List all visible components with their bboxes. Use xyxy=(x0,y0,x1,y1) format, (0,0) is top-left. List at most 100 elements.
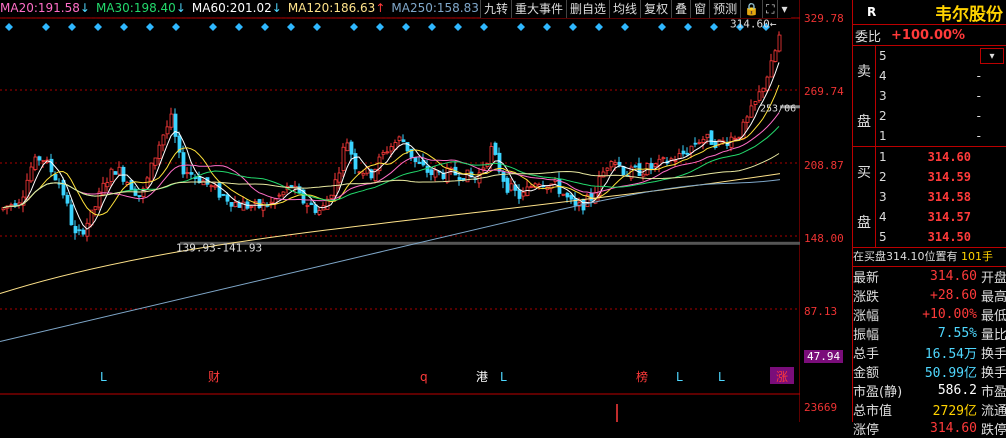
candle-body xyxy=(705,133,710,139)
sell-level-row[interactable]: 5 ▾ xyxy=(876,46,1006,66)
candle-body xyxy=(37,156,42,161)
toolbar-button[interactable]: 叠 xyxy=(671,0,690,18)
kline-chart[interactable]: 314.60←139.93-141.93253/06L 财 q 港 L 榜 L L 涨 xyxy=(0,0,800,422)
stat-row: 金额 50.99亿 换手 xyxy=(853,362,1006,381)
stat-row: 总手 16.54万 换手 xyxy=(853,343,1006,362)
level-price: 314.58 xyxy=(927,190,971,204)
toolbar-button[interactable]: 复权 xyxy=(640,0,671,18)
toolbar-button[interactable]: 🔒 xyxy=(740,0,762,18)
level-price: 314.57 xyxy=(927,210,971,224)
ma-legend-item: MA30:198.40↓ xyxy=(95,1,186,15)
candle-body xyxy=(233,201,238,208)
toolbar-button[interactable]: 重大事件 xyxy=(511,0,566,18)
candle-body xyxy=(137,195,142,197)
candle-body xyxy=(221,194,226,196)
candle-body xyxy=(505,177,510,193)
trend-arrow-icon: ↑ xyxy=(375,1,386,15)
stat-value: +28.60 xyxy=(930,288,977,303)
toolbar-button[interactable]: ▾ xyxy=(777,0,790,18)
weibi-label: 委比 xyxy=(855,29,882,45)
buy-level-row[interactable]: 4 314.57 xyxy=(876,207,1006,227)
candle-body xyxy=(425,165,430,173)
stats-table: 最新 314.60 开盘 涨跌 +28.60 最高 涨幅 +10.00% 最低 振幅 7.55% 量比… xyxy=(853,267,1006,438)
toolbar-button[interactable]: 窗 xyxy=(690,0,709,18)
event-marker: 涨 xyxy=(776,369,788,384)
candle-body xyxy=(677,153,682,159)
candle-body xyxy=(281,191,286,196)
buy-level-row[interactable]: 5 314.50 xyxy=(876,227,1006,247)
high-price-label: 314.60← xyxy=(730,17,777,30)
candle-body xyxy=(41,160,46,162)
candle-body xyxy=(69,204,74,226)
candle-body xyxy=(353,153,358,170)
candle-body xyxy=(381,151,386,155)
candle-body xyxy=(609,161,614,168)
sell-level-row[interactable]: 1- xyxy=(876,126,1006,146)
candle-body xyxy=(433,169,438,178)
candle-body xyxy=(217,183,222,198)
stat-label: 总手 xyxy=(853,347,880,362)
candle-body xyxy=(757,91,762,101)
candle-body xyxy=(565,192,570,198)
candle-body xyxy=(53,174,58,181)
candle-body xyxy=(709,130,714,145)
toolbar-button[interactable]: 九转 xyxy=(480,0,511,18)
sell-level-row[interactable]: 4- xyxy=(876,66,1006,86)
stat-row: 涨跌 +28.60 最高 xyxy=(853,286,1006,305)
candle-body xyxy=(761,87,766,93)
candle-body xyxy=(769,60,774,78)
candle-body xyxy=(493,142,498,155)
level-price: 314.60 xyxy=(927,150,971,164)
ma-legend-item: MA120:186.63↑ xyxy=(287,1,386,15)
stat-row: 总市值 2729亿 流通 xyxy=(853,400,1006,419)
chevron-down-icon[interactable]: ▾ xyxy=(980,48,1004,64)
sell-level-row[interactable]: 3- xyxy=(876,86,1006,106)
candle-body xyxy=(653,163,658,167)
level-num: 2 xyxy=(879,170,887,184)
candle-body xyxy=(93,206,98,210)
weibi-value: +100.00% xyxy=(891,27,966,43)
stat-label-secondary: 最低 xyxy=(980,309,1006,324)
candle-body xyxy=(85,222,90,237)
level-num: 3 xyxy=(879,190,887,204)
candle-body xyxy=(617,161,622,166)
candle-body xyxy=(685,152,690,155)
price-axis-label: 148.00 xyxy=(804,232,844,245)
candle-body xyxy=(277,194,282,197)
candle-body xyxy=(33,156,38,170)
side-char: 盘 xyxy=(857,215,871,231)
candle-body xyxy=(509,183,514,191)
buy-level-row[interactable]: 1 314.60 xyxy=(876,147,1006,167)
candle-body xyxy=(129,180,134,191)
candle-body xyxy=(173,113,178,137)
buy-level-row[interactable]: 3 314.58 xyxy=(876,187,1006,207)
candle-body xyxy=(153,157,158,166)
toolbar-button[interactable]: 预测 xyxy=(709,0,740,18)
candle-body xyxy=(165,126,170,135)
stat-label-secondary: 换手 xyxy=(980,347,1006,362)
candle-body xyxy=(349,141,354,155)
date-label: 253/06 xyxy=(760,103,796,114)
stat-label-secondary: 最高 xyxy=(980,290,1006,305)
event-marker: L xyxy=(676,370,683,384)
sell-level-row[interactable]: 2- xyxy=(876,106,1006,126)
candle-body xyxy=(517,189,522,199)
toolbar-button[interactable]: 均线 xyxy=(609,0,640,18)
candle-body xyxy=(749,105,754,118)
toolbar-button[interactable]: 删自选 xyxy=(566,0,609,18)
stat-row: 涨幅 +10.00% 最低 xyxy=(853,305,1006,324)
trend-arrow-icon: ↓ xyxy=(79,1,90,15)
candle-body xyxy=(261,202,266,211)
candle-body xyxy=(361,172,366,176)
toolbar-button[interactable]: ⛶ xyxy=(762,0,777,18)
sell-side-label: 卖盘 xyxy=(853,46,876,146)
buy-level-row[interactable]: 2 314.59 xyxy=(876,167,1006,187)
level-num: 2 xyxy=(879,109,887,123)
candle-body xyxy=(225,194,230,202)
candle-body xyxy=(97,191,102,208)
candle-body xyxy=(289,185,294,188)
level-vol: - xyxy=(976,69,981,83)
stock-name: 韦尔股份 xyxy=(935,4,1003,25)
stock-header: R 韦尔股份 xyxy=(853,0,1006,25)
stat-value: 16.54万 xyxy=(924,347,977,362)
